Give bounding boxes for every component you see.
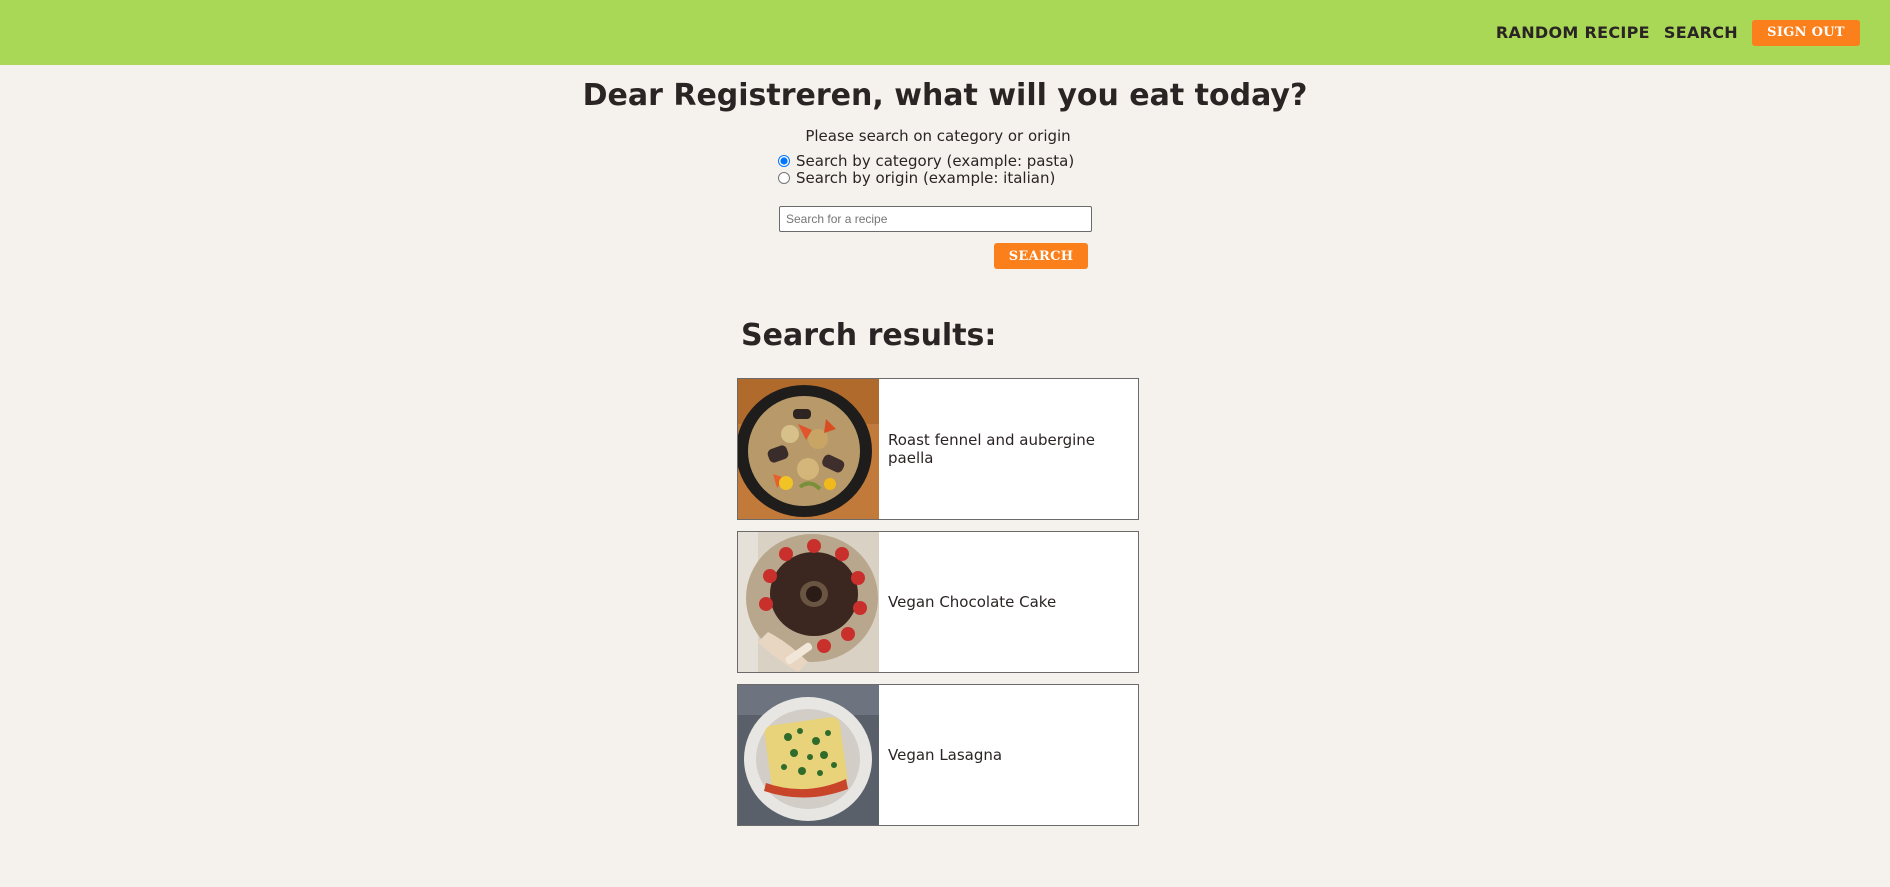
top-navbar: RANDOM RECIPE SEARCH SIGN OUT bbox=[0, 0, 1890, 65]
paella-photo bbox=[738, 379, 879, 519]
option-origin[interactable]: Search by origin (example: italian) bbox=[777, 168, 1074, 187]
origin-option-label: Search by origin (example: italian) bbox=[796, 168, 1056, 187]
search-button[interactable]: SEARCH bbox=[994, 243, 1088, 269]
result-name: Vegan Lasagna bbox=[888, 746, 1003, 764]
category-radio[interactable] bbox=[778, 154, 790, 167]
option-category[interactable]: Search by category (example: pasta) bbox=[777, 151, 1075, 170]
result-card[interactable]: Vegan Chocolate Cake bbox=[737, 531, 1139, 673]
sign-out-button[interactable]: SIGN OUT bbox=[1752, 19, 1860, 46]
results-list: Roast fennel and aubergine paella Vegan … bbox=[737, 378, 1139, 837]
result-card[interactable]: Roast fennel and aubergine paella bbox=[737, 378, 1139, 520]
results-heading: Search results: bbox=[741, 318, 997, 353]
recipe-search-input[interactable] bbox=[779, 206, 1092, 232]
result-name: Vegan Chocolate Cake bbox=[888, 593, 1057, 611]
category-option-label: Search by category (example: pasta) bbox=[796, 151, 1075, 170]
nav-menu: RANDOM RECIPE SEARCH SIGN OUT bbox=[1496, 0, 1860, 65]
result-card[interactable]: Vegan Lasagna bbox=[737, 684, 1139, 826]
origin-radio[interactable] bbox=[778, 171, 790, 184]
chocolate-cake-photo bbox=[738, 532, 879, 672]
search-hint: Please search on category or origin bbox=[805, 127, 1071, 145]
nav-search-link[interactable]: SEARCH bbox=[1664, 23, 1738, 42]
search-type-options: Search by category (example: pasta) Sear… bbox=[777, 151, 1075, 187]
lasagna-photo bbox=[738, 685, 879, 825]
page-title: Dear Registreren, what will you eat toda… bbox=[582, 78, 1308, 113]
result-name: Roast fennel and aubergine paella bbox=[888, 431, 1096, 467]
nav-random-recipe-link[interactable]: RANDOM RECIPE bbox=[1496, 23, 1650, 42]
